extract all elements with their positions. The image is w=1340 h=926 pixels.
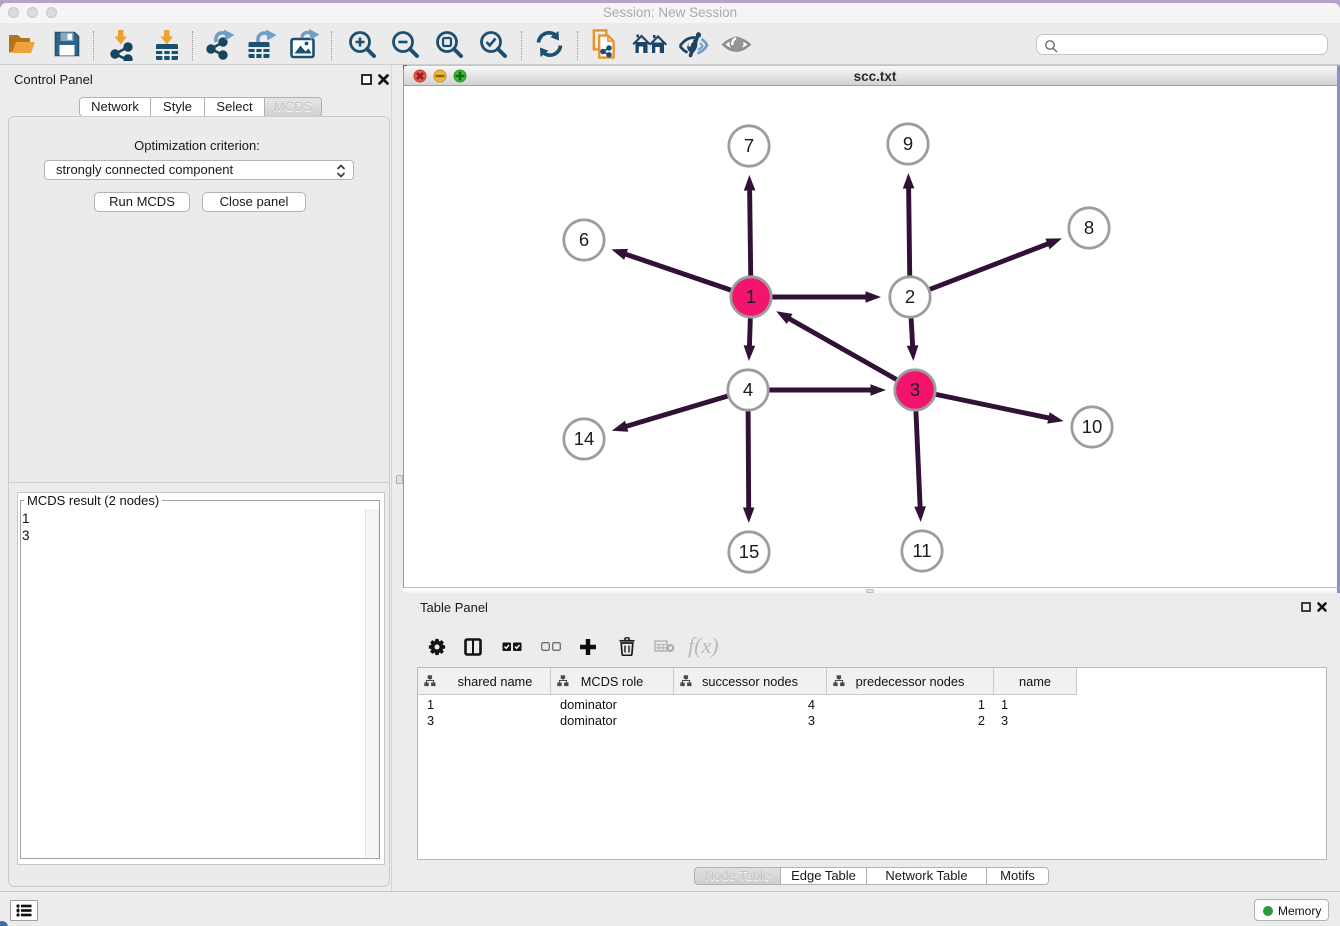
svg-text:14: 14 xyxy=(574,428,595,449)
svg-text:10: 10 xyxy=(1082,416,1103,437)
svg-text:9: 9 xyxy=(903,133,913,154)
svg-text:2: 2 xyxy=(905,286,915,307)
svg-text:3: 3 xyxy=(910,379,920,400)
svg-text:4: 4 xyxy=(743,379,753,400)
svg-text:11: 11 xyxy=(912,540,931,561)
svg-text:6: 6 xyxy=(579,229,589,250)
svg-text:15: 15 xyxy=(739,541,760,562)
svg-text:7: 7 xyxy=(744,135,754,156)
svg-text:8: 8 xyxy=(1084,217,1094,238)
svg-text:1: 1 xyxy=(746,286,756,307)
